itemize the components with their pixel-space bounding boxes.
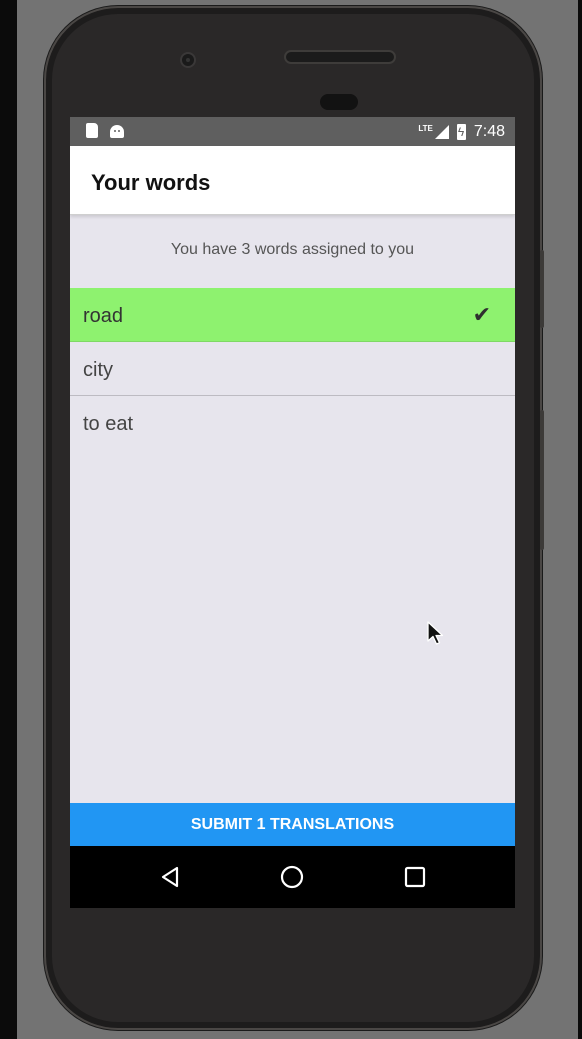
back-icon[interactable] [155, 862, 185, 892]
word-label: city [83, 359, 113, 381]
status-bar: LTE 7:48 [70, 117, 515, 146]
right-frame-edge [578, 0, 582, 1039]
word-row-city[interactable]: city [70, 342, 515, 396]
android-icon [110, 125, 124, 138]
device-screen: LTE 7:48 Your words You have 3 words ass… [70, 117, 515, 908]
word-list: road ✔ city to eat [70, 288, 515, 450]
status-time: 7:48 [473, 123, 505, 140]
network-type-label: LTE [418, 123, 433, 133]
proximity-sensor [320, 94, 358, 110]
word-row-to-eat[interactable]: to eat [70, 396, 515, 450]
navigation-bar [70, 846, 515, 908]
check-icon: ✔ [472, 302, 491, 327]
app-bar: Your words [70, 146, 515, 215]
word-label: to eat [83, 413, 134, 435]
sd-card-icon [86, 123, 98, 138]
page-title: Your words [91, 170, 211, 195]
recents-icon[interactable] [400, 862, 430, 892]
earpiece-speaker [284, 50, 396, 64]
left-frame-edge [0, 0, 17, 1039]
power-button [540, 410, 544, 550]
assigned-words-summary: You have 3 words assigned to you [170, 241, 415, 258]
volume-button [540, 250, 544, 328]
word-row-road[interactable]: road ✔ [70, 288, 515, 342]
mouse-cursor-icon [427, 621, 444, 645]
word-label: road [83, 305, 124, 327]
signal-icon [434, 125, 449, 139]
front-camera [180, 52, 196, 68]
home-icon[interactable] [277, 862, 307, 892]
submit-translations-button[interactable]: SUBMIT 1 TRANSLATIONS [70, 803, 515, 846]
battery-charging-icon [456, 124, 466, 140]
